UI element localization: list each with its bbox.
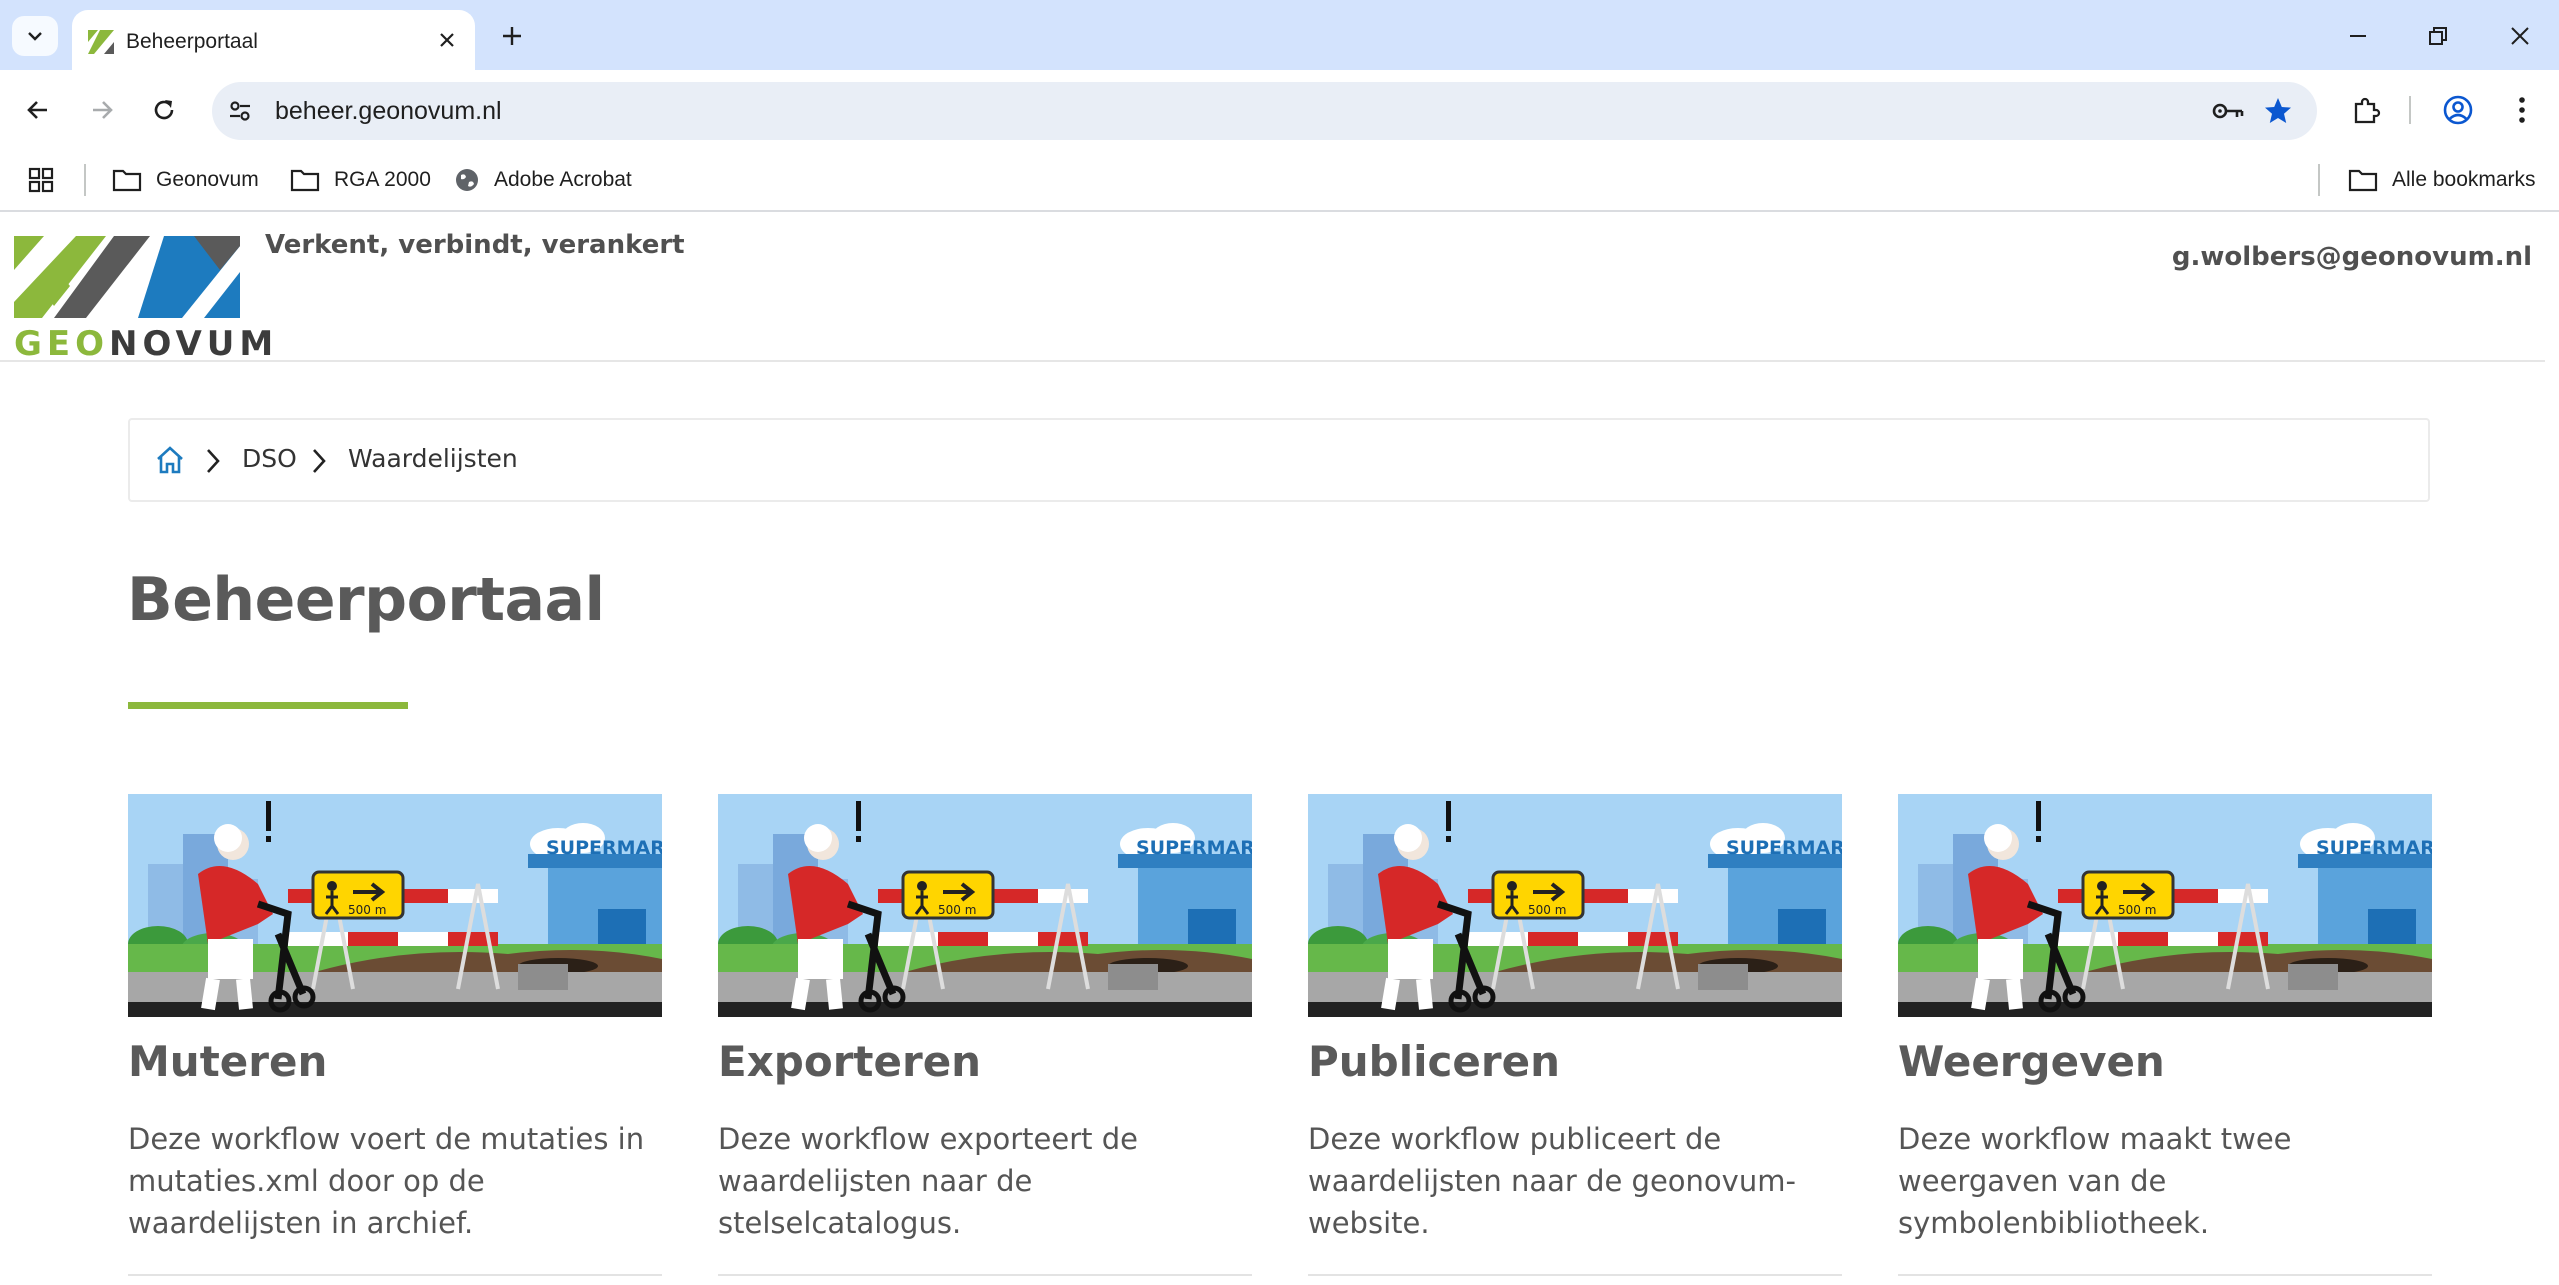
svg-text:500 m: 500 m <box>1528 903 1566 917</box>
back-button[interactable] <box>18 90 58 130</box>
site-info-button[interactable] <box>224 95 256 127</box>
svg-text:SUPERMARK: SUPERMARK <box>546 837 662 859</box>
card-description: Deze workflow voert de mutaties in mutat… <box>128 1122 645 1240</box>
all-bookmarks-label: Alle bookmarks <box>2392 168 2536 191</box>
geonovum-logo[interactable]: GEONOVUM <box>14 224 273 364</box>
svg-text:500 m: 500 m <box>938 903 976 917</box>
svg-text:SUPERMARK: SUPERMARK <box>2316 837 2432 859</box>
chevron-right-icon <box>313 449 326 473</box>
puzzle-icon <box>2354 97 2381 124</box>
browser-menu-button[interactable] <box>2502 90 2542 130</box>
bookmark-label: Adobe Acrobat <box>494 168 632 191</box>
bookmarks-divider <box>84 164 86 196</box>
close-window-button[interactable] <box>2500 16 2540 56</box>
user-email[interactable]: g.wolbers@geonovum.nl <box>2172 242 2532 272</box>
folder-icon <box>2348 169 2378 192</box>
new-tab-button[interactable] <box>494 18 530 54</box>
tab-search-button[interactable] <box>12 16 58 56</box>
tune-icon <box>230 101 250 121</box>
account-circle-icon <box>2443 95 2473 125</box>
globe-icon <box>456 169 478 191</box>
card-divider <box>128 1274 662 1276</box>
folder-icon <box>290 169 320 192</box>
forward-button[interactable] <box>82 90 122 130</box>
card-title[interactable]: Publiceren <box>1308 1037 1560 1086</box>
card-illustration: SUPERMARK 500 m <box>1308 794 1842 1017</box>
card-divider <box>718 1274 1252 1276</box>
bookmark-label: Geonovum <box>156 168 259 191</box>
apps-button[interactable] <box>28 160 68 200</box>
chevron-down-icon <box>28 32 42 41</box>
tab-strip: Beheerportaal <box>0 0 2559 70</box>
close-icon <box>2511 27 2529 45</box>
svg-text:SUPERMARK: SUPERMARK <box>1726 837 1842 859</box>
all-bookmarks-button[interactable]: Alle bookmarks <box>2348 160 2536 200</box>
home-icon <box>157 446 183 474</box>
url-text[interactable]: beheer.geonovum.nl <box>275 97 502 126</box>
card-illustration: SUPERMARK 500 m <box>718 794 1252 1017</box>
extensions-button[interactable] <box>2346 90 2386 130</box>
minimize-button[interactable] <box>2338 16 2378 56</box>
card-title[interactable]: Exporteren <box>718 1037 981 1086</box>
geonovum-favicon-icon <box>88 30 114 54</box>
tab-title: Beheerportaal <box>126 30 258 53</box>
svg-text:500 m: 500 m <box>348 903 386 917</box>
arrow-right-icon <box>93 101 113 119</box>
bookmark-rga-2000[interactable]: RGA 2000 <box>290 160 431 200</box>
svg-text:500 m: 500 m <box>2118 903 2156 917</box>
title-underline <box>128 702 408 709</box>
card-divider <box>1308 1274 1842 1276</box>
site-header: GEONOVUM Verkent, verbindt, verankert g.… <box>0 212 2545 364</box>
card-title[interactable]: Muteren <box>128 1037 327 1086</box>
close-icon <box>440 33 454 47</box>
reload-icon <box>154 100 174 120</box>
star-icon <box>2265 98 2291 123</box>
breadcrumb-item-waardelijsten: Waardelijsten <box>348 444 518 473</box>
breadcrumb-item-dso[interactable]: DSO <box>242 444 297 473</box>
minimize-icon <box>2350 35 2366 37</box>
more-vert-icon <box>2519 97 2525 123</box>
profile-button[interactable] <box>2438 90 2478 130</box>
bookmarks-divider <box>2318 164 2320 196</box>
browser-tab[interactable]: Beheerportaal <box>72 10 475 70</box>
card-description: Deze workflow publiceert de waardelijste… <box>1308 1122 1796 1240</box>
browser-toolbar: beheer.geonovum.nl <box>0 70 2559 150</box>
bookmark-label: RGA 2000 <box>334 168 431 191</box>
restore-icon <box>2429 27 2447 45</box>
bookmark-geonovum[interactable]: Geonovum <box>112 160 259 200</box>
card-illustration: SUPERMARK 500 m <box>128 794 662 1017</box>
site-tagline: Verkent, verbindt, verankert <box>265 230 685 260</box>
page-title: Beheerportaal <box>127 565 605 635</box>
bookmark-adobe-acrobat[interactable]: Adobe Acrobat <box>454 160 632 200</box>
card-divider <box>1898 1274 2432 1276</box>
tab-close-button[interactable] <box>431 24 463 56</box>
logo-wordmark: GEONOVUM <box>14 324 279 364</box>
address-bar[interactable]: beheer.geonovum.nl <box>212 82 2317 140</box>
arrow-left-icon <box>27 101 47 119</box>
card-illustration: SUPERMARK 500 m <box>1898 794 2432 1017</box>
bookmark-star-button[interactable] <box>2261 95 2295 127</box>
breadcrumb: DSO Waardelijsten <box>128 418 2430 502</box>
toolbar-divider <box>2409 96 2411 124</box>
password-manager-button[interactable] <box>2211 95 2245 127</box>
breadcrumb-home-link[interactable] <box>154 444 186 476</box>
chevron-right-icon <box>207 449 220 473</box>
card-description: Deze workflow exporteert de waardelijste… <box>718 1122 1138 1240</box>
card-title[interactable]: Weergeven <box>1898 1037 2165 1086</box>
apps-grid-icon <box>28 167 54 193</box>
restore-button[interactable] <box>2418 16 2458 56</box>
card-description: Deze workflow maakt twee weergaven van d… <box>1898 1122 2292 1240</box>
reload-button[interactable] <box>144 90 184 130</box>
svg-text:SUPERMARK: SUPERMARK <box>1136 837 1252 859</box>
bookmarks-bar: Geonovum RGA 2000 Adobe Acrobat Alle boo… <box>0 150 2559 212</box>
plus-icon <box>503 27 521 45</box>
folder-icon <box>112 169 142 192</box>
key-icon <box>2212 103 2244 119</box>
geonovum-logo-mark-icon <box>14 236 240 318</box>
